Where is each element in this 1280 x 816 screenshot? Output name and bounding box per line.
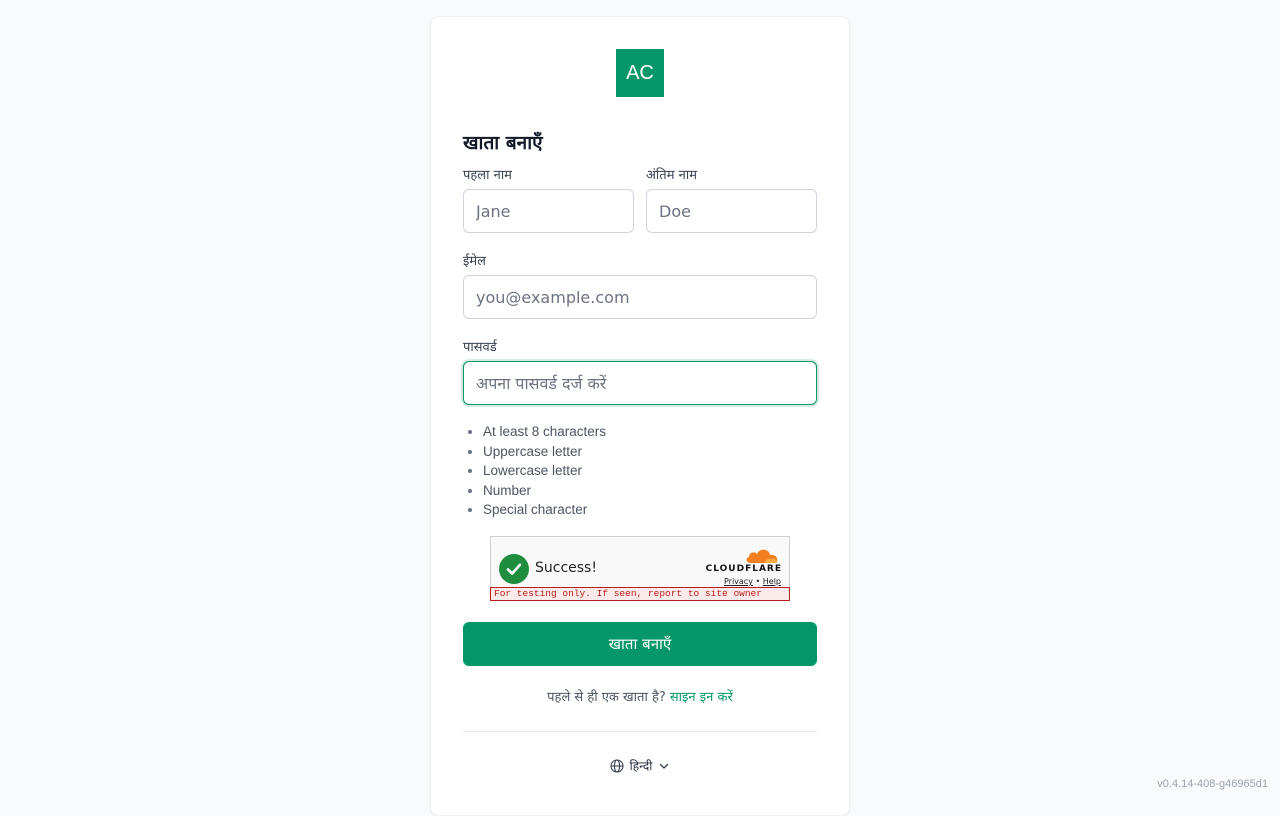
chevron-down-icon [658, 760, 670, 772]
signin-question: पहले से ही एक खाता है? [547, 690, 666, 705]
captcha-privacy-link[interactable]: Privacy [724, 577, 753, 586]
captcha-test-warning: For testing only. If seen, report to sit… [490, 587, 790, 601]
signin-link[interactable]: साइन इन करें [670, 690, 733, 705]
divider [463, 731, 817, 732]
first-name-label: पहला नाम [463, 165, 512, 183]
cloudflare-cloud-icon [743, 547, 781, 565]
captcha-status: Success! [535, 560, 597, 576]
password-rule: Uppercase letter [483, 442, 606, 462]
globe-icon [610, 759, 624, 773]
password-rule: Number [483, 481, 606, 501]
password-rule: At least 8 characters [483, 422, 606, 442]
captcha-help-link[interactable]: Help [763, 577, 781, 586]
password-field[interactable] [463, 361, 817, 405]
version-label: v0.4.14-408-g46965d1 [1157, 778, 1268, 790]
logo-text: AC [626, 62, 654, 85]
captcha-brand: CLOUDFLARE [706, 564, 782, 574]
password-requirements: At least 8 characters Uppercase letter L… [483, 422, 606, 520]
email-field[interactable] [463, 275, 817, 319]
captcha-widget[interactable]: Success! CLOUDFLARE Privacy • Help For t… [490, 536, 790, 601]
last-name-field[interactable] [646, 189, 817, 233]
create-account-button[interactable]: खाता बनाएँ [463, 622, 817, 666]
language-label: हिन्दी [630, 757, 653, 774]
first-name-field[interactable] [463, 189, 634, 233]
password-label: पासवर्ड [463, 337, 497, 355]
signin-prompt: पहले से ही एक खाता है? साइन इन करें [431, 687, 849, 705]
captcha-link-separator: • [755, 577, 760, 586]
email-label: ईमेल [463, 251, 486, 269]
signup-card: AC खाता बनाएँ पहला नाम अंतिम नाम ईमेल पा… [430, 16, 850, 816]
password-rule: Special character [483, 500, 606, 520]
language-selector[interactable]: हिन्दी [431, 757, 849, 774]
checkmark-icon [499, 554, 529, 584]
page-title: खाता बनाएँ [463, 129, 543, 155]
password-rule: Lowercase letter [483, 461, 606, 481]
captcha-links: Privacy • Help [724, 577, 781, 586]
app-logo: AC [616, 49, 664, 97]
last-name-label: अंतिम नाम [646, 165, 697, 183]
